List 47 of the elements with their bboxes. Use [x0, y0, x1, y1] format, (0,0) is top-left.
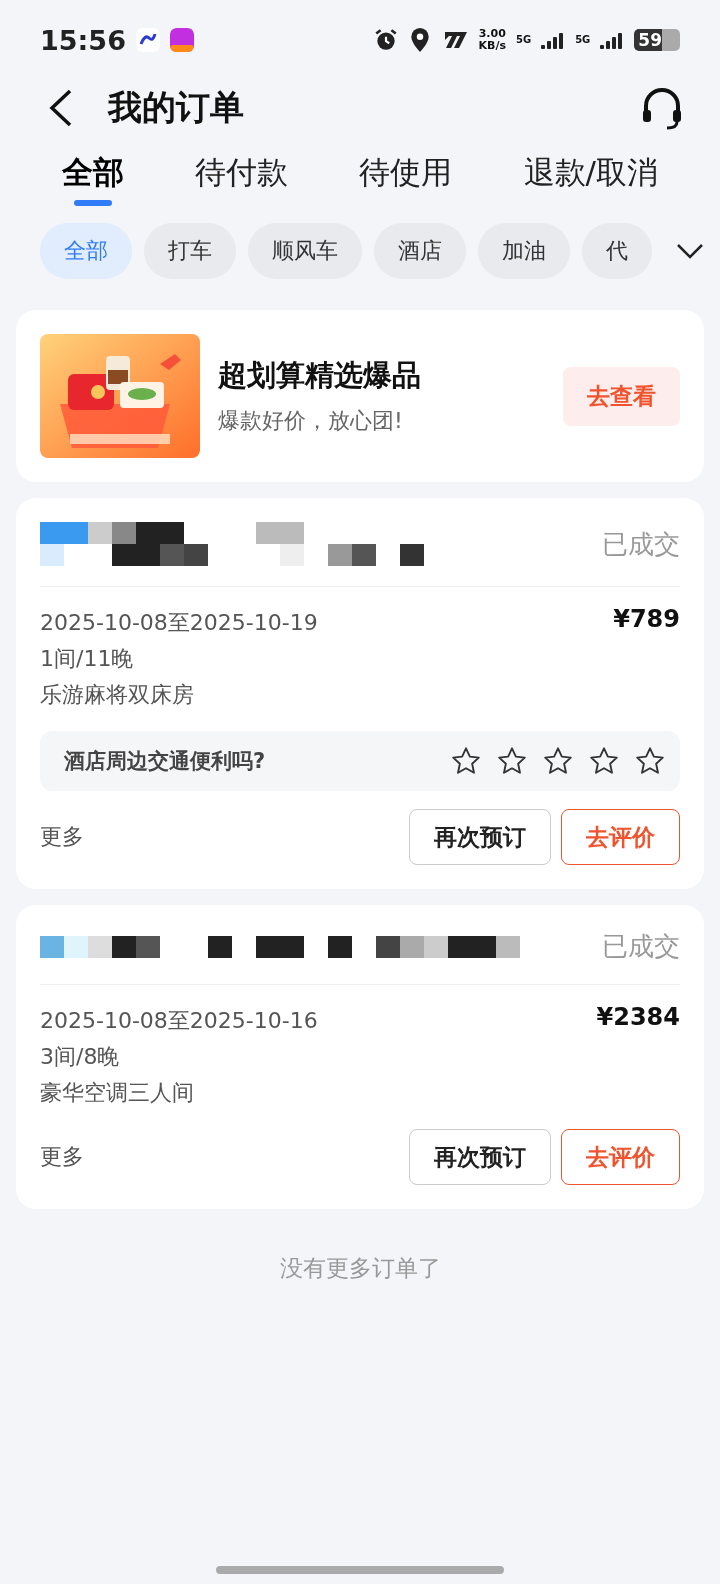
order-status: 已成交	[602, 527, 680, 561]
promo-subtitle: 爆款好价，放心团!	[218, 407, 404, 435]
expand-icon[interactable]	[676, 242, 704, 260]
rebook-button[interactable]: 再次预订	[409, 809, 551, 865]
order-price: ¥2384	[596, 1003, 680, 1033]
room-type: 乐游麻将双床房	[40, 681, 195, 709]
more-link[interactable]: 更多	[40, 1142, 399, 1172]
rebook-button[interactable]: 再次预订	[409, 1129, 551, 1185]
stay-dates: 2025-10-08至2025-10-19	[40, 609, 318, 637]
headset-icon[interactable]	[640, 86, 684, 130]
category-chip[interactable]: 加油	[478, 223, 570, 279]
battery-level: 59	[634, 29, 680, 51]
star-icon[interactable]	[542, 745, 574, 777]
rating-question: 酒店周边交通便利吗?	[64, 748, 266, 775]
network-speed: 3.00 KB/s	[478, 28, 506, 52]
order-card[interactable]: 已成交 2025-10-08至2025-10-19 1间/11晚 乐游麻将双床房 ¥789 酒店周边交通便利吗? 更多 再次预订 去评价	[16, 498, 704, 889]
order-tab[interactable]: 退款/取消	[523, 148, 658, 208]
rooms-nights: 3间/8晚	[40, 1043, 121, 1071]
order-card[interactable]: 已成交 2025-10-08至2025-10-16 3间/8晚 豪华空调三人间 ¥2384 更多 再次预订 去评价	[16, 905, 704, 1209]
category-chip[interactable]: 酒店	[374, 223, 466, 279]
more-link[interactable]: 更多	[40, 822, 399, 852]
status-time: 15:56	[40, 24, 126, 56]
rooms-nights: 1间/11晚	[40, 645, 135, 673]
promo-title: 超划算精选爆品	[218, 357, 422, 394]
category-chip[interactable]: 代	[582, 223, 652, 279]
star-icon[interactable]	[496, 745, 528, 777]
order-tab[interactable]: 全部	[62, 148, 124, 208]
category-chip[interactable]: 打车	[144, 223, 236, 279]
category-chip[interactable]: 顺风车	[248, 223, 362, 279]
order-tab[interactable]: 待付款	[195, 148, 289, 208]
page-title: 我的订单	[108, 86, 245, 129]
stay-dates: 2025-10-08至2025-10-16	[40, 1007, 318, 1035]
star-icon[interactable]	[450, 745, 482, 777]
order-status: 已成交	[602, 930, 680, 963]
order-tab[interactable]: 待使用	[359, 148, 453, 208]
signal-label: 5G	[575, 35, 591, 45]
order-price: ¥789	[613, 605, 680, 635]
signal-icon	[541, 31, 566, 49]
app-notification-icon	[135, 28, 160, 52]
location-icon	[408, 27, 431, 53]
signal-label: 5G	[516, 35, 532, 45]
signal-icon	[600, 31, 625, 49]
star-icon[interactable]	[588, 745, 620, 777]
app-notification-icon	[169, 28, 194, 52]
room-type: 豪华空调三人间	[40, 1079, 195, 1107]
star-icon[interactable]	[634, 745, 666, 777]
end-of-list-text: 没有更多订单了	[278, 1254, 442, 1283]
